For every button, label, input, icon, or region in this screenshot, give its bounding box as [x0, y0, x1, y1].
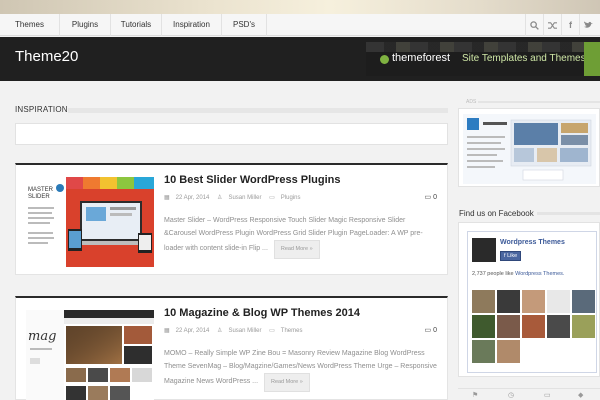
banner-brand: themeforest [392, 52, 451, 64]
site-logo[interactable]: Theme20 [15, 48, 78, 65]
user-icon: ♙ [217, 195, 223, 201]
post-category[interactable]: Themes [281, 328, 303, 334]
user-icon: ♙ [217, 328, 223, 334]
fan-avatar[interactable] [522, 290, 545, 313]
comment-count-value: 0 [433, 194, 437, 201]
calendar-icon: ▦ [164, 328, 170, 334]
top-decor-strip [0, 0, 600, 14]
post-card: mag 10 Magazine & Blog WP Themes 2014 ▦ … [15, 296, 448, 400]
banner-preview-strip [366, 42, 600, 52]
nav-item-plugins[interactable]: Plugins [60, 14, 111, 36]
search-icon[interactable] [525, 14, 543, 36]
fan-avatar[interactable] [547, 315, 570, 338]
fan-avatar[interactable] [572, 315, 595, 338]
site-header: Theme20 themeforest Site Templates and T… [0, 37, 600, 81]
comment-icon: ▭ [424, 327, 432, 334]
post-card: MASTER SLIDER 10 Best Slider WordPress P… [15, 163, 448, 275]
section-empty-box [15, 123, 448, 145]
nav-item-inspiration[interactable]: Inspiration [162, 14, 222, 36]
facebook-like-count-text: 2,737 people like [472, 271, 514, 277]
facebook-like-button[interactable]: f Like [500, 251, 522, 261]
post-excerpt: Master Slider – WordPress Responsive Tou… [164, 214, 439, 259]
fan-avatar[interactable] [547, 290, 570, 313]
section-title: INSPIRATION [15, 105, 68, 114]
banner-tagline: Site Templates and Themes [462, 53, 586, 64]
facebook-like-count: 2,737 people like Wordpress Themes. [472, 270, 592, 278]
comment-count[interactable]: ▭ 0 [425, 326, 437, 334]
ads-divider [478, 101, 600, 103]
post-thumbnail[interactable]: mag [26, 310, 154, 400]
fan-avatar[interactable] [522, 315, 545, 338]
post-meta: ▦ 22 Apr, 2014 ♙ Susan Miller ▭ Plugins [164, 194, 306, 201]
facebook-like-label: Like [507, 253, 518, 259]
ads-label: ADS [466, 99, 477, 105]
comment-icon: ▭ [424, 194, 432, 201]
facebook-widget: Wordpress Themes f Like 2,737 people lik… [458, 222, 600, 377]
post-author[interactable]: Susan Miller [228, 328, 261, 334]
facebook-divider [537, 212, 600, 215]
facebook-icon: f [504, 253, 506, 259]
ad-image [463, 114, 596, 184]
sidebar-ad[interactable] [458, 108, 600, 187]
svg-text:SLIDER: SLIDER [28, 194, 50, 200]
post-meta: ▦ 22 Apr, 2014 ♙ Susan Miller ▭ Themes [164, 327, 308, 334]
fan-avatar[interactable] [472, 315, 495, 338]
main-navigation: Themes Plugins Tutorials Inspiration PSD… [0, 14, 600, 36]
comment-icon[interactable]: ▭ [544, 391, 551, 399]
calendar-icon: ▦ [164, 195, 170, 201]
post-date: 22 Apr, 2014 [175, 328, 210, 334]
shuffle-icon[interactable] [543, 14, 561, 36]
themeforest-logo-icon [380, 55, 389, 64]
nav-item-psds[interactable]: PSD's [222, 14, 267, 36]
post-excerpt: MOMO – Really Simple WP Zine Bou = Mason… [164, 347, 439, 392]
banner-ribbon [584, 42, 600, 76]
facebook-page-avatar[interactable] [472, 238, 496, 262]
post-thumbnail[interactable]: MASTER SLIDER [26, 177, 154, 267]
section-divider [68, 108, 448, 113]
fan-avatar[interactable] [472, 290, 495, 313]
clock-icon[interactable]: ◷ [508, 391, 514, 399]
fan-avatar[interactable] [497, 340, 520, 363]
facebook-widget-title: Find us on Facebook [459, 209, 534, 218]
fan-avatar[interactable] [472, 340, 495, 363]
sidebar-bottom-tabs: ⚑ ◷ ▭ ◆ [458, 388, 600, 400]
comment-count-value: 0 [433, 327, 437, 334]
nav-item-themes[interactable]: Themes [0, 14, 60, 36]
read-more-button[interactable]: Read More » [263, 373, 310, 392]
svg-text:mag: mag [28, 329, 56, 344]
comment-count[interactable]: ▭ 0 [425, 193, 437, 201]
facebook-icon[interactable]: f [561, 14, 579, 36]
tag-icon[interactable]: ◆ [578, 391, 583, 399]
nav-item-tutorials[interactable]: Tutorials [111, 14, 162, 36]
post-author[interactable]: Susan Miller [228, 195, 261, 201]
themeforest-banner[interactable]: themeforest Site Templates and Themes [366, 42, 600, 76]
post-date: 22 Apr, 2014 [175, 195, 210, 201]
folder-icon: ▭ [269, 195, 275, 201]
fan-avatar[interactable] [572, 290, 595, 313]
read-more-button[interactable]: Read More » [273, 240, 320, 259]
fan-avatar[interactable] [497, 315, 520, 338]
facebook-page-link[interactable]: Wordpress Themes. [515, 271, 564, 277]
svg-text:MASTER: MASTER [28, 187, 54, 193]
post-title[interactable]: 10 Best Slider WordPress Plugins [164, 174, 340, 186]
folder-icon: ▭ [269, 328, 275, 334]
twitter-icon[interactable] [579, 14, 597, 36]
facebook-page-name[interactable]: Wordpress Themes [500, 239, 565, 246]
facebook-like-box: Wordpress Themes f Like 2,737 people lik… [467, 231, 597, 373]
flag-icon[interactable]: ⚑ [472, 391, 478, 399]
post-title[interactable]: 10 Magazine & Blog WP Themes 2014 [164, 307, 360, 319]
post-category[interactable]: Plugins [281, 195, 301, 201]
fan-avatar[interactable] [497, 290, 520, 313]
